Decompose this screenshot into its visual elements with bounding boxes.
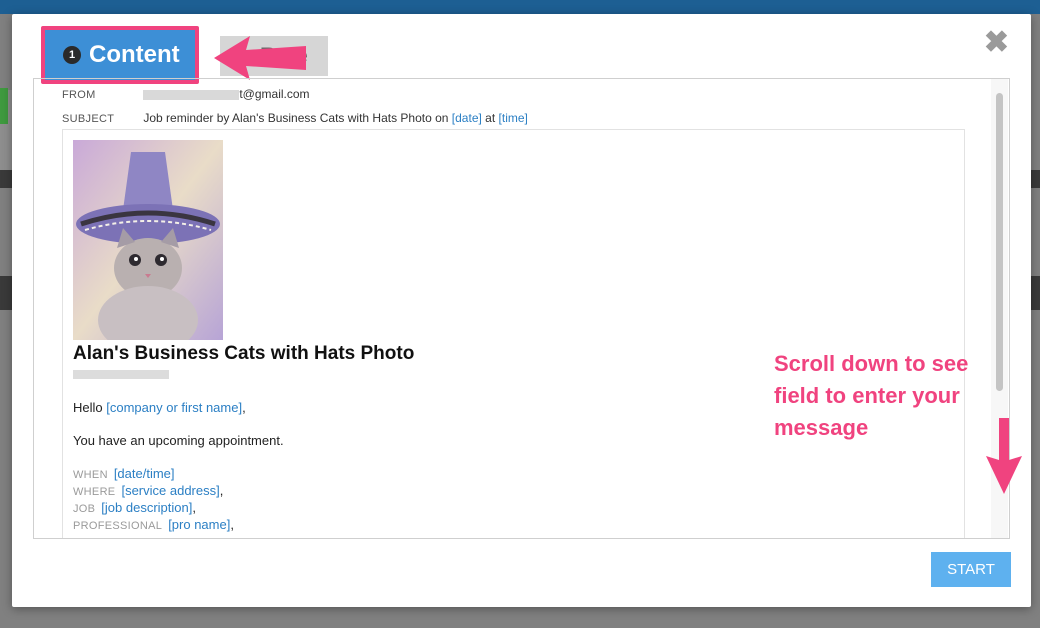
detail-token: [date/time]: [113, 466, 175, 481]
app-background-dark-band: [0, 170, 12, 188]
detail-where: WHERE [service address],: [73, 483, 223, 498]
detail-job: JOB [job description],: [73, 500, 196, 515]
detail-label: JOB: [73, 503, 96, 515]
tab-content[interactable]: 1 Content: [45, 30, 195, 80]
redacted-email-user: [143, 89, 240, 100]
from-row: FROM t@gmail.com: [62, 87, 310, 101]
detail-suffix: ,: [192, 500, 196, 515]
detail-suffix: ,: [230, 517, 234, 532]
detail-suffix: ,: [219, 483, 224, 498]
greeting-text: Hello: [73, 400, 103, 415]
subject-time-token: [time]: [498, 111, 528, 125]
greeting-token: [company or first name]: [106, 400, 243, 415]
greeting-comma: ,: [242, 400, 246, 415]
start-button[interactable]: START: [931, 552, 1011, 587]
subject-row: SUBJECT Job reminder by Alan's Business …: [62, 111, 528, 125]
subject-date-token: [date]: [451, 111, 482, 125]
detail-token: [pro name]: [168, 517, 231, 532]
tab-content-label: Content: [89, 41, 180, 68]
scroll-hint-annotation: Scroll down to see field to enter your m…: [774, 351, 969, 440]
greeting-line: Hello [company or first name],: [73, 400, 246, 415]
detail-token: [service address]: [121, 483, 220, 498]
close-icon[interactable]: ✖: [984, 28, 1009, 58]
app-background-dark-band: [1031, 276, 1040, 310]
app-background-dark-band: [1031, 170, 1040, 188]
app-background-dark-band: [0, 276, 12, 310]
job-reminder-modal: ✖ Rule 1 Content FROM t@gmail.com SUBJEC…: [12, 14, 1031, 607]
pink-arrow-down-icon: [986, 418, 1022, 494]
app-background-green-button: [0, 88, 8, 124]
detail-label: PROFESSIONAL: [73, 520, 163, 532]
detail-label: WHEN: [73, 469, 108, 481]
pink-arrow-left-icon: [214, 36, 306, 80]
detail-token: [job description]: [101, 500, 193, 515]
from-label: FROM: [62, 89, 96, 101]
cat-with-hat-photo: [73, 140, 223, 340]
from-value: t@gmail.com: [239, 87, 310, 101]
email-preview-panel: FROM t@gmail.com SUBJECT Job reminder by…: [33, 78, 1010, 539]
business-name: Alan's Business Cats with Hats Photo: [73, 343, 415, 364]
appointment-text: You have an upcoming appointment.: [73, 433, 284, 448]
tab-step-number: 1: [63, 46, 81, 64]
detail-label: WHERE: [73, 486, 116, 498]
subject-text: Job reminder by Alan's Business Cats wit…: [143, 111, 449, 125]
subject-at: at: [485, 111, 496, 125]
detail-professional: PROFESSIONAL [pro name],: [73, 517, 234, 532]
subject-label: SUBJECT: [62, 113, 115, 125]
scrollbar-thumb[interactable]: [996, 93, 1003, 391]
email-body: Alan's Business Cats with Hats Photo Hel…: [62, 129, 965, 538]
detail-when: WHEN [date/time]: [73, 466, 175, 481]
app-top-bar: [0, 0, 1040, 14]
redacted-phone: [73, 370, 169, 379]
